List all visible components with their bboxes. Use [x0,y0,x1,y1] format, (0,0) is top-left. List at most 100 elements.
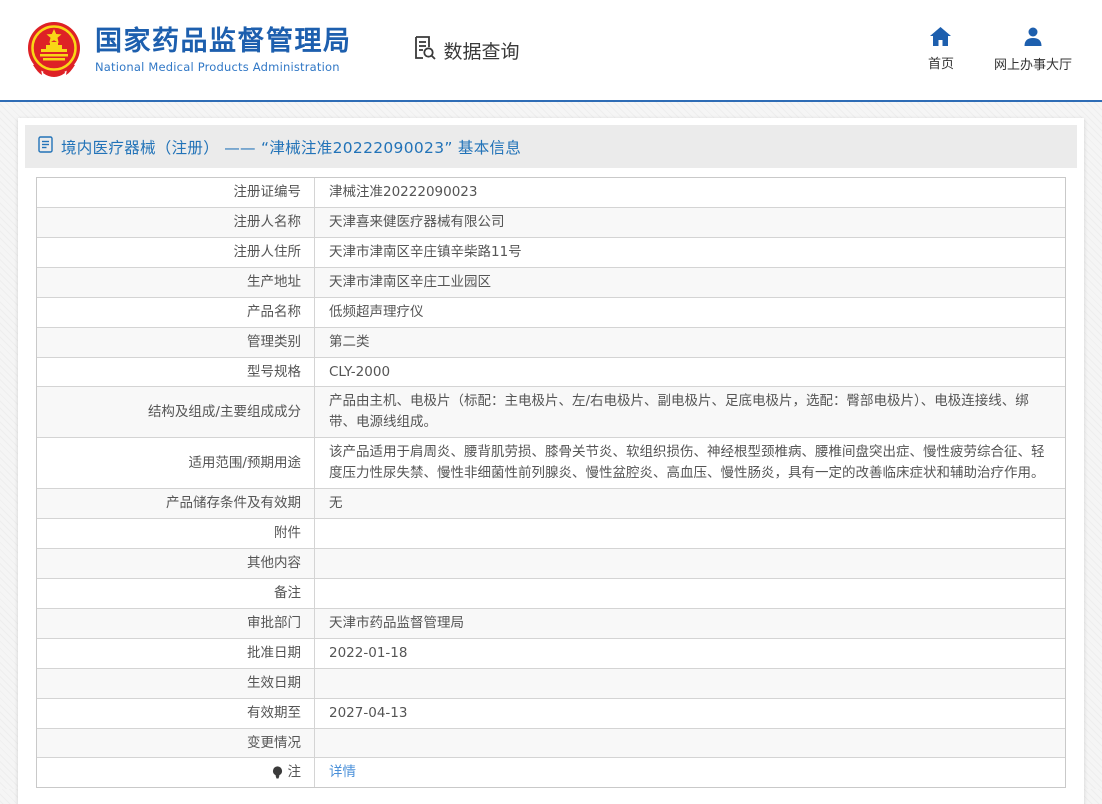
field-label: 注册证编号 [233,184,302,200]
field-value-cell: 天津喜来健医疗器械有限公司 [315,208,1065,237]
field-label: 结构及组成/主要组成成分 [147,403,301,420]
field-value-cell: 天津市药品监督管理局 [315,609,1065,638]
table-row: 结构及组成/主要组成成分 产品由主机、电极片（标配：主电极片、左/右电极片、副电极… [37,387,1065,439]
org-name-en: National Medical Products Administration [95,60,340,75]
table-row: 型号规格 CLY-2000 [37,357,1065,388]
page-title-bar: 境内医疗器械（注册） —— “津械注准20222090023” 基本信息 [25,125,1077,168]
field-value-cell: 详情 [315,758,1065,787]
field-label-cell: 管理类别 [37,327,315,357]
table-row: 管理类别 第二类 [37,327,1065,358]
field-value-cell: 天津市津南区辛庄工业园区 [315,268,1065,297]
field-value: 天津市药品监督管理局 [329,614,464,631]
field-label-cell: 注册人住所 [37,237,315,267]
field-label-cell: 型号规格 [37,357,315,387]
field-label: 注册人住所 [233,243,302,260]
field-label-cell: 批准日期 [37,638,315,668]
data-query-button[interactable]: 数据查询 [410,34,520,66]
details-link[interactable]: 详情 [329,762,356,783]
org-title-block: 国家药品监督管理局 National Medical Products Admi… [95,26,352,74]
nav-home-label: 首页 [927,57,954,72]
field-value-cell [315,519,1065,548]
table-row: 注 详情 [37,758,1065,788]
header-divider [0,100,1102,102]
field-value: CLY-2000 [329,363,391,380]
field-value: 低频超声理疗仪 [329,303,424,320]
field-value: 2027-04-13 [329,704,408,721]
table-row: 其他内容 [37,548,1065,579]
field-value-cell: 2022-01-18 [315,639,1065,668]
header-nav: 首页 网上办事大厅 [928,27,1072,73]
field-label: 生产地址 [247,273,301,290]
field-label: 其他内容 [247,554,301,571]
field-value-cell [315,729,1065,758]
field-label: 变更情况 [247,734,301,751]
page-title: 境内医疗器械（注册） —— “津械注准20222090023” 基本信息 [61,138,522,157]
field-label-cell: 生产地址 [37,267,315,297]
nav-service-hall[interactable]: 网上办事大厅 [994,27,1072,73]
field-label-cell: 产品储存条件及有效期 [37,489,315,519]
field-label-cell: 变更情况 [37,728,315,758]
field-label: 产品名称 [247,303,301,320]
field-value: 该产品适用于肩周炎、腰背肌劳损、膝骨关节炎、软组织损伤、神经根型颈椎病、腰椎间盘… [329,444,1045,482]
user-icon [1023,27,1043,47]
field-value-cell: 津械注准20222090023 [315,178,1065,207]
field-value-cell [315,579,1065,608]
field-value-cell [315,669,1065,698]
table-row: 产品名称 低频超声理疗仪 [37,297,1065,328]
table-row: 注册人住所 天津市津南区辛庄镇辛柴路11号 [37,237,1065,268]
nav-home[interactable]: 首页 [928,27,954,73]
field-value: 产品由主机、电极片（标配：主电极片、左/右电极片、副电极片、足底电极片，选配：臀… [329,393,1029,431]
detail-card: 境内医疗器械（注册） —— “津械注准20222090023” 基本信息 注册证… [18,118,1084,804]
org-name-cn: 国家药品监督管理局 [95,25,352,57]
field-value: 第二类 [329,333,370,350]
field-value: 2022-01-18 [329,644,408,661]
field-label-cell: 结构及组成/主要组成成分 [37,387,315,438]
table-row: 附件 [37,519,1065,549]
field-label-cell: 注 [37,758,315,788]
table-row: 生产地址 天津市津南区辛庄工业园区 [37,267,1065,298]
field-label: 生效日期 [247,674,301,691]
field-label-cell: 注册证编号 [37,178,315,207]
field-label: 审批部门 [247,614,301,631]
field-value-cell: 低频超声理疗仪 [315,298,1065,327]
document-icon [38,136,53,157]
field-value-cell [315,549,1065,578]
field-value-cell: 产品由主机、电极片（标配：主电极片、左/右电极片、副电极片、足底电极片，选配：臀… [315,387,1065,437]
field-label: 管理类别 [247,333,301,350]
field-label-cell: 附件 [37,519,315,548]
field-value-cell: 天津市津南区辛庄镇辛柴路11号 [315,238,1065,267]
field-label-cell: 生效日期 [37,668,315,698]
field-label: 型号规格 [247,363,301,380]
field-value: 天津喜来健医疗器械有限公司 [329,213,505,230]
nav-service-hall-label: 网上办事大厅 [993,58,1072,73]
field-value-cell: 该产品适用于肩周炎、腰背肌劳损、膝骨关节炎、软组织损伤、神经根型颈椎病、腰椎间盘… [315,438,1065,488]
field-value: 津械注准20222090023 [329,184,478,200]
note-icon [272,766,283,779]
field-label: 产品储存条件及有效期 [166,495,301,512]
field-value-cell: 2027-04-13 [315,699,1065,728]
field-label-cell: 其他内容 [37,548,315,578]
field-label-cell: 适用范围/预期用途 [37,438,315,489]
table-row: 注册证编号 津械注准20222090023 [37,178,1065,208]
field-label-cell: 审批部门 [37,608,315,638]
table-row: 变更情况 [37,728,1065,759]
site-header: 国家药品监督管理局 National Medical Products Admi… [0,0,1102,100]
field-label-cell: 备注 [37,578,315,608]
data-query-label: 数据查询 [443,40,520,63]
table-row: 生效日期 [37,668,1065,699]
field-label: 附件 [274,525,301,542]
field-value-cell: 第二类 [315,328,1065,357]
field-value-cell: 无 [315,489,1065,518]
field-label: 注 [287,764,302,781]
table-row: 有效期至 2027-04-13 [37,698,1065,729]
table-row: 注册人名称 天津喜来健医疗器械有限公司 [37,207,1065,238]
field-label: 有效期至 [247,704,301,721]
field-value: 天津市津南区辛庄镇辛柴路11号 [329,243,522,260]
field-label: 适用范围/预期用途 [188,454,301,471]
field-label-cell: 注册人名称 [37,207,315,237]
field-label-cell: 产品名称 [37,297,315,327]
table-row: 适用范围/预期用途 该产品适用于肩周炎、腰背肌劳损、膝骨关节炎、软组织损伤、神经根… [37,438,1065,490]
table-row: 备注 [37,578,1065,609]
home-icon [930,27,952,46]
registration-info-table: 注册证编号 津械注准20222090023 注册人名称 天津喜来健医疗器械有限公司 注册… [36,177,1066,789]
